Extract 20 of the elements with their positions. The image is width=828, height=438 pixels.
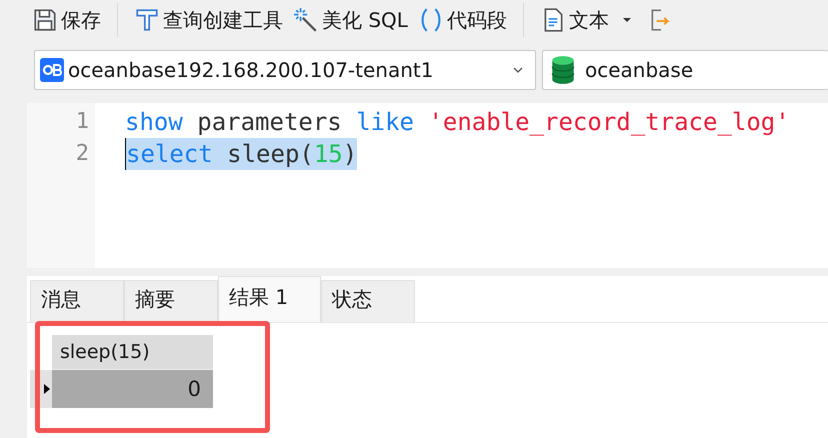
line-number: 2 — [76, 140, 89, 168]
beautify-button[interactable]: 美化 SQL — [291, 6, 410, 34]
line-number: 1 — [76, 108, 89, 136]
save-button[interactable]: 保存 — [30, 6, 103, 34]
result-tab[interactable]: 摘要 — [124, 280, 218, 322]
result-tab[interactable]: 消息 — [30, 280, 124, 322]
result-tab[interactable]: 状态 — [321, 280, 415, 322]
result-tab[interactable]: 结果 1 — [218, 276, 321, 322]
magic-wand-icon — [293, 7, 319, 33]
table-cell: 0 — [52, 370, 213, 408]
connection-dropdown[interactable]: oceanbase192.168.200.107-tenant1 — [34, 50, 536, 90]
snippet-button[interactable]: 代码段 — [416, 6, 509, 34]
caret-icon — [622, 15, 632, 25]
column-header[interactable]: sleep(15) — [52, 335, 213, 370]
database-icon — [549, 55, 577, 85]
text-button[interactable]: 文本 — [538, 6, 640, 34]
oceanbase-logo-icon — [40, 58, 64, 82]
database-dropdown[interactable]: oceanbase — [542, 50, 828, 90]
code-line: show parameters like 'enable_record_trace_log' — [125, 107, 790, 138]
builder-button[interactable]: 查询创建工具 — [132, 6, 285, 34]
